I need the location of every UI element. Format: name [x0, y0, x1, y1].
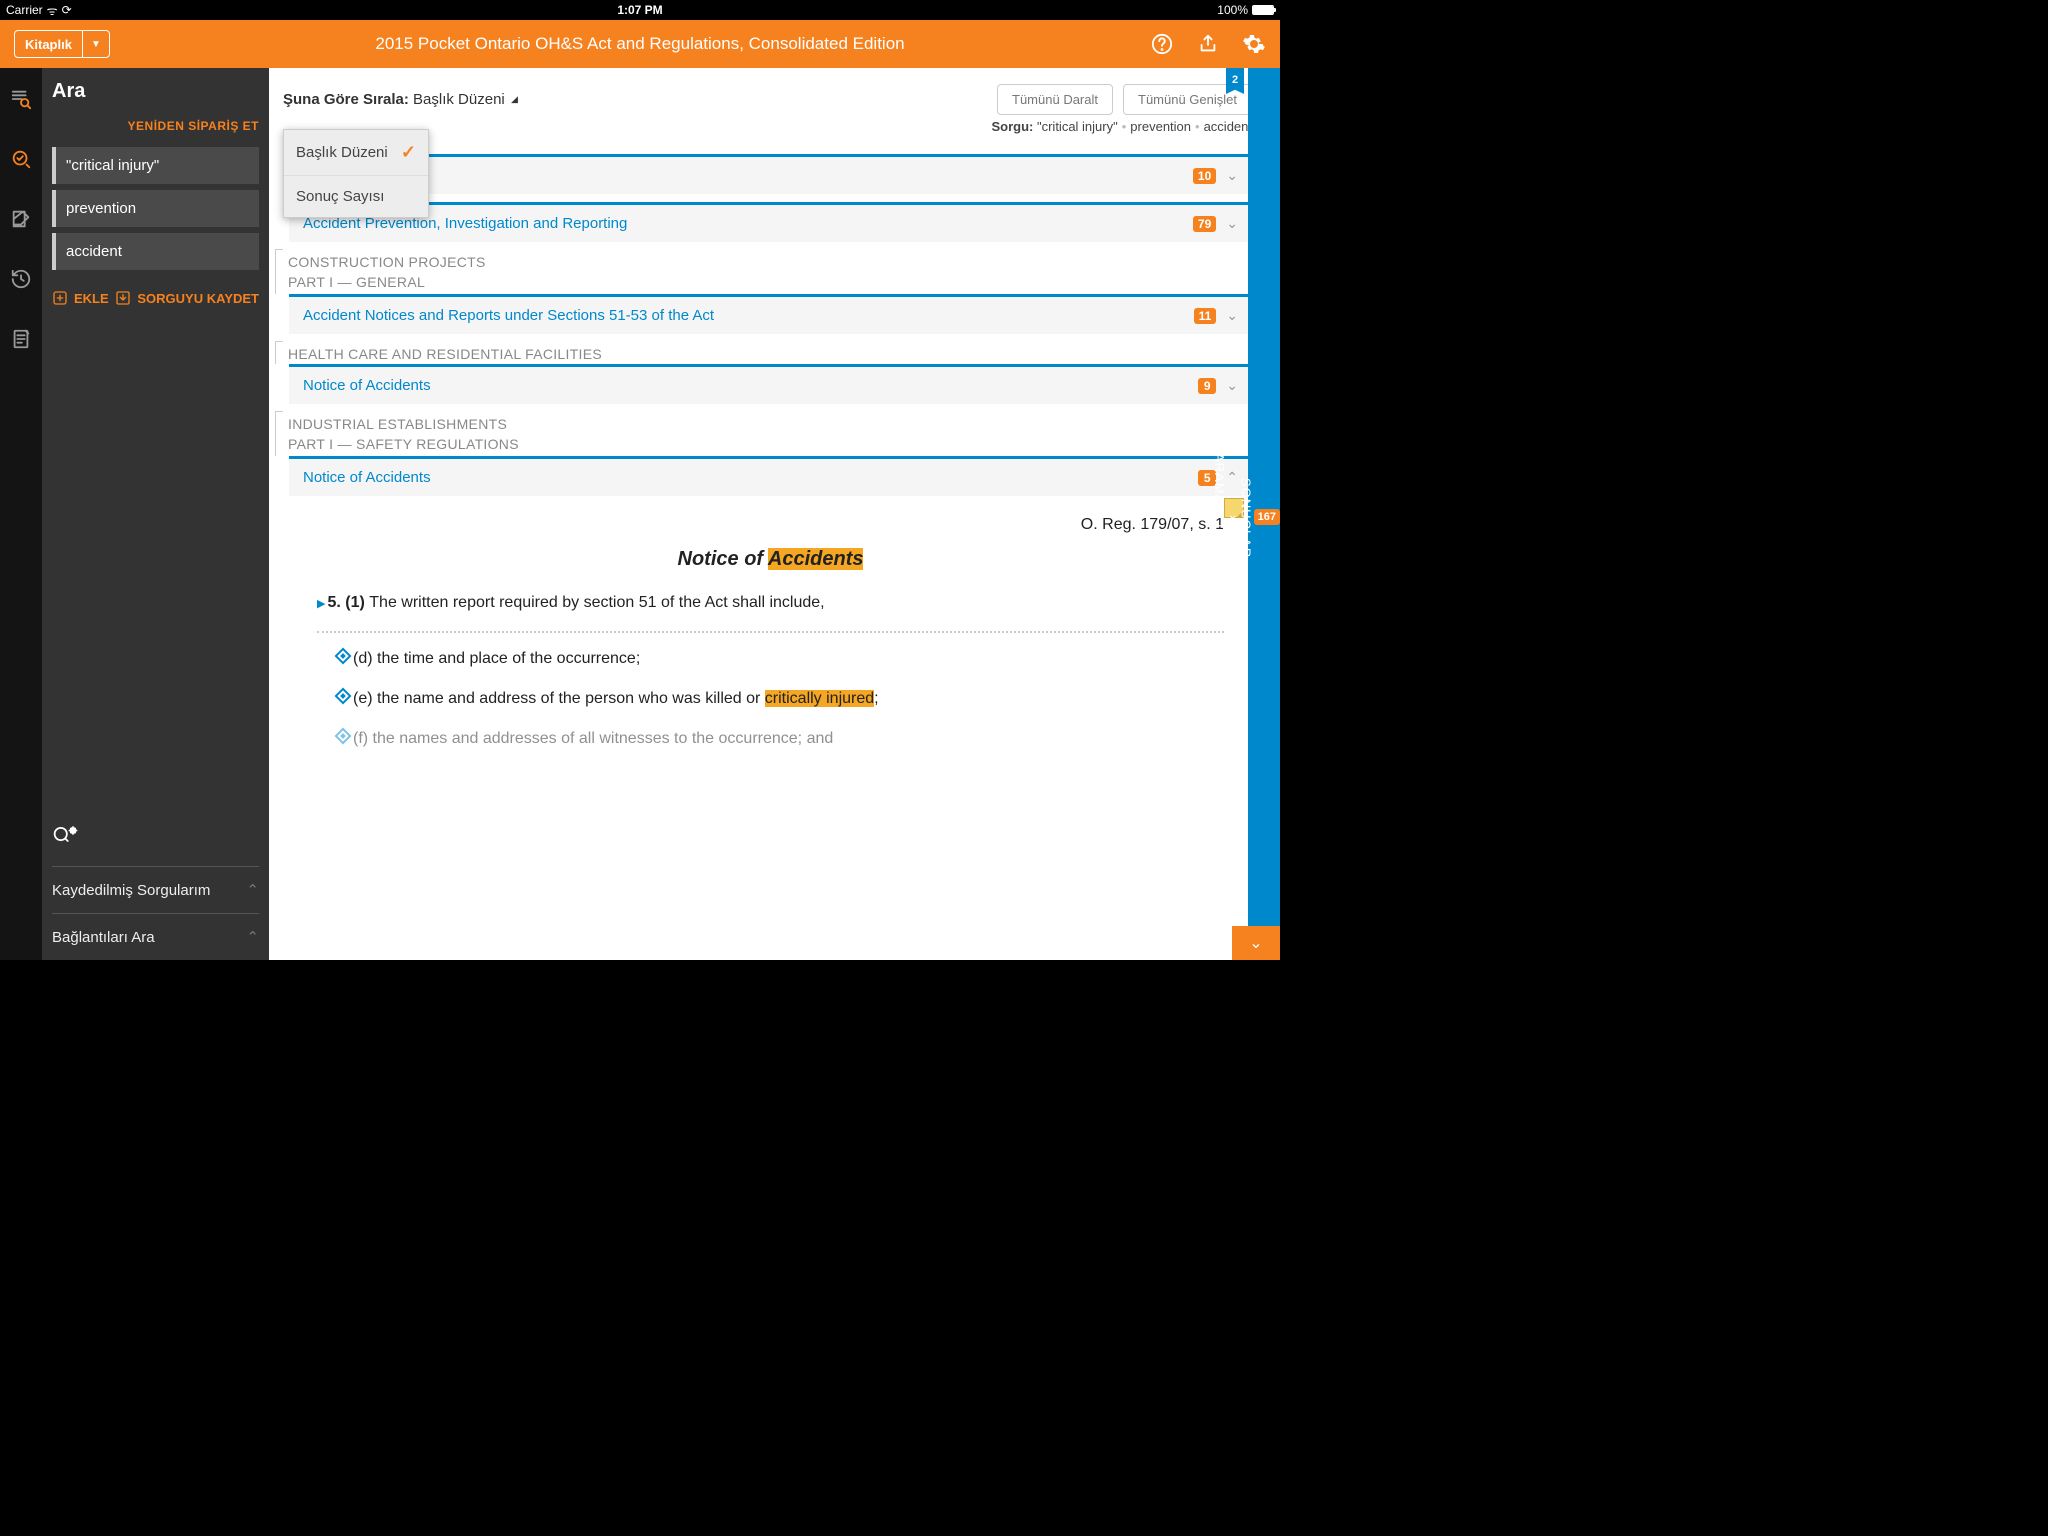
- sidebar-title: Ara: [52, 80, 259, 103]
- section-subheading: PART I — SAFETY REGULATIONS: [275, 434, 1252, 456]
- sort-selector[interactable]: Şuna Göre Sırala: Başlık Düzeni ◢: [283, 91, 516, 108]
- search-term[interactable]: prevention: [52, 190, 259, 227]
- library-label: Kitaplık: [15, 37, 82, 52]
- check-icon: ✓: [401, 142, 416, 163]
- result-item[interactable]: Notice of Accidents 5 ⌃: [289, 456, 1252, 496]
- search-sidebar: Ara YENİDEN SİPARİŞ ET "critical injury"…: [42, 68, 269, 960]
- gear-icon[interactable]: [1242, 32, 1266, 56]
- add-term-button[interactable]: EKLE: [52, 290, 109, 306]
- article-clause[interactable]: ▶5. (1) The written report required by s…: [317, 591, 1224, 615]
- chevron-down-icon: ⌄: [1226, 307, 1238, 324]
- result-item[interactable]: 10 ⌄: [289, 154, 1252, 194]
- chevron-down-icon: ▼: [83, 39, 109, 50]
- carrier: Carrier: [6, 3, 43, 17]
- article-clause[interactable]: (e) the name and address of the person w…: [317, 687, 1224, 711]
- history-icon[interactable]: [10, 268, 32, 290]
- result-item[interactable]: Accident Notices and Reports under Secti…: [289, 294, 1252, 334]
- article-body: O. Reg. 179/07, s. 1 Notice of Accidents…: [289, 504, 1252, 787]
- section-heading: CONSTRUCTION PROJECTS: [275, 250, 1252, 272]
- content-area: Şuna Göre Sırala: Başlık Düzeni ◢ Başlık…: [269, 68, 1280, 960]
- sort-option-title[interactable]: Başlık Düzeni ✓: [284, 130, 428, 176]
- chevron-up-icon: ⌃: [1226, 469, 1238, 486]
- battery-percent: 100%: [1217, 3, 1248, 17]
- reorder-button[interactable]: YENİDEN SİPARİŞ ET: [52, 119, 259, 133]
- article-heading: Notice of Accidents: [317, 548, 1224, 571]
- result-item[interactable]: Accident Prevention, Investigation and R…: [289, 202, 1252, 242]
- search-term[interactable]: accident: [52, 233, 259, 270]
- chevron-up-icon: ⌃: [246, 881, 259, 899]
- section-heading: HEALTH CARE AND RESIDENTIAL FACILITIES: [275, 342, 1252, 364]
- chevron-down-icon: ⌄: [1226, 377, 1238, 394]
- book-title: 2015 Pocket Ontario OH&S Act and Regulat…: [375, 34, 904, 54]
- loading-icon: ⟳: [62, 3, 72, 17]
- section-heading: INDUSTRIAL ESTABLISHMENTS: [275, 412, 1252, 434]
- result-count-badge: 9: [1198, 378, 1216, 394]
- dropdown-arrow-icon: ◢: [511, 94, 518, 104]
- result-count-badge: 10: [1193, 168, 1216, 184]
- collapse-all-button[interactable]: Tümünü Daralt: [997, 84, 1113, 115]
- close-icon[interactable]: ✕: [1199, 503, 1212, 523]
- wifi-icon: ᯤ: [47, 2, 58, 19]
- query-settings-icon[interactable]: [52, 822, 259, 852]
- sort-dropdown: Başlık Düzeni ✓ Sonuç Sayısı: [283, 129, 429, 218]
- icon-bar: [0, 68, 42, 960]
- search-links-accordion[interactable]: Bağlantıları Ara ⌃: [52, 913, 259, 960]
- toc-search-icon[interactable]: [10, 88, 32, 110]
- expand-rail-button[interactable]: ⌄: [1232, 926, 1280, 960]
- regulation-ref: O. Reg. 179/07, s. 1: [317, 516, 1224, 534]
- result-item[interactable]: Notice of Accidents 9 ⌄: [289, 364, 1252, 404]
- clipboard-icon[interactable]: [10, 328, 32, 350]
- search-check-icon[interactable]: [10, 148, 32, 170]
- clock: 1:07 PM: [617, 3, 662, 17]
- chevron-up-icon: ⌃: [246, 928, 259, 946]
- share-icon[interactable]: [1196, 32, 1220, 56]
- article-clause[interactable]: (d) the time and place of the occurrence…: [317, 647, 1224, 671]
- note-edit-icon[interactable]: [10, 208, 32, 230]
- app-header: Kitaplık ▼ 2015 Pocket Ontario OH&S Act …: [0, 20, 1280, 68]
- chevron-down-icon: ⌄: [1226, 167, 1238, 184]
- status-bar: Carrier ᯤ ⟳ 1:07 PM 100%: [0, 0, 1280, 20]
- result-count-badge: 11: [1194, 308, 1217, 324]
- results-rail-label[interactable]: SONUÇLAR: [1239, 478, 1254, 558]
- chevron-down-icon[interactable]: ⌄: [1227, 506, 1239, 523]
- sort-option-count[interactable]: Sonuç Sayısı: [284, 176, 428, 217]
- save-query-button[interactable]: SORGUYU KAYDET: [115, 290, 259, 306]
- section-subheading: PART I — GENERAL: [275, 272, 1252, 294]
- saved-queries-accordion[interactable]: Kaydedilmiş Sorgularım ⌃: [52, 866, 259, 913]
- search-term[interactable]: "critical injury": [52, 147, 259, 184]
- battery-icon: [1252, 5, 1274, 15]
- clear-search-button[interactable]: ARAMAYI TEMİZLE: [1212, 453, 1227, 584]
- results-rail: 167 SONUÇLAR ⌄ ARAMAYI TEMİZLE ✕: [1248, 68, 1280, 960]
- results-total-badge: 167: [1254, 509, 1280, 525]
- library-button[interactable]: Kitaplık ▼: [14, 30, 110, 58]
- help-icon[interactable]: [1150, 32, 1174, 56]
- article-clause[interactable]: (f) the names and addresses of all witne…: [317, 727, 1224, 751]
- chevron-down-icon: ⌄: [1226, 215, 1238, 232]
- result-count-badge: 79: [1193, 216, 1216, 232]
